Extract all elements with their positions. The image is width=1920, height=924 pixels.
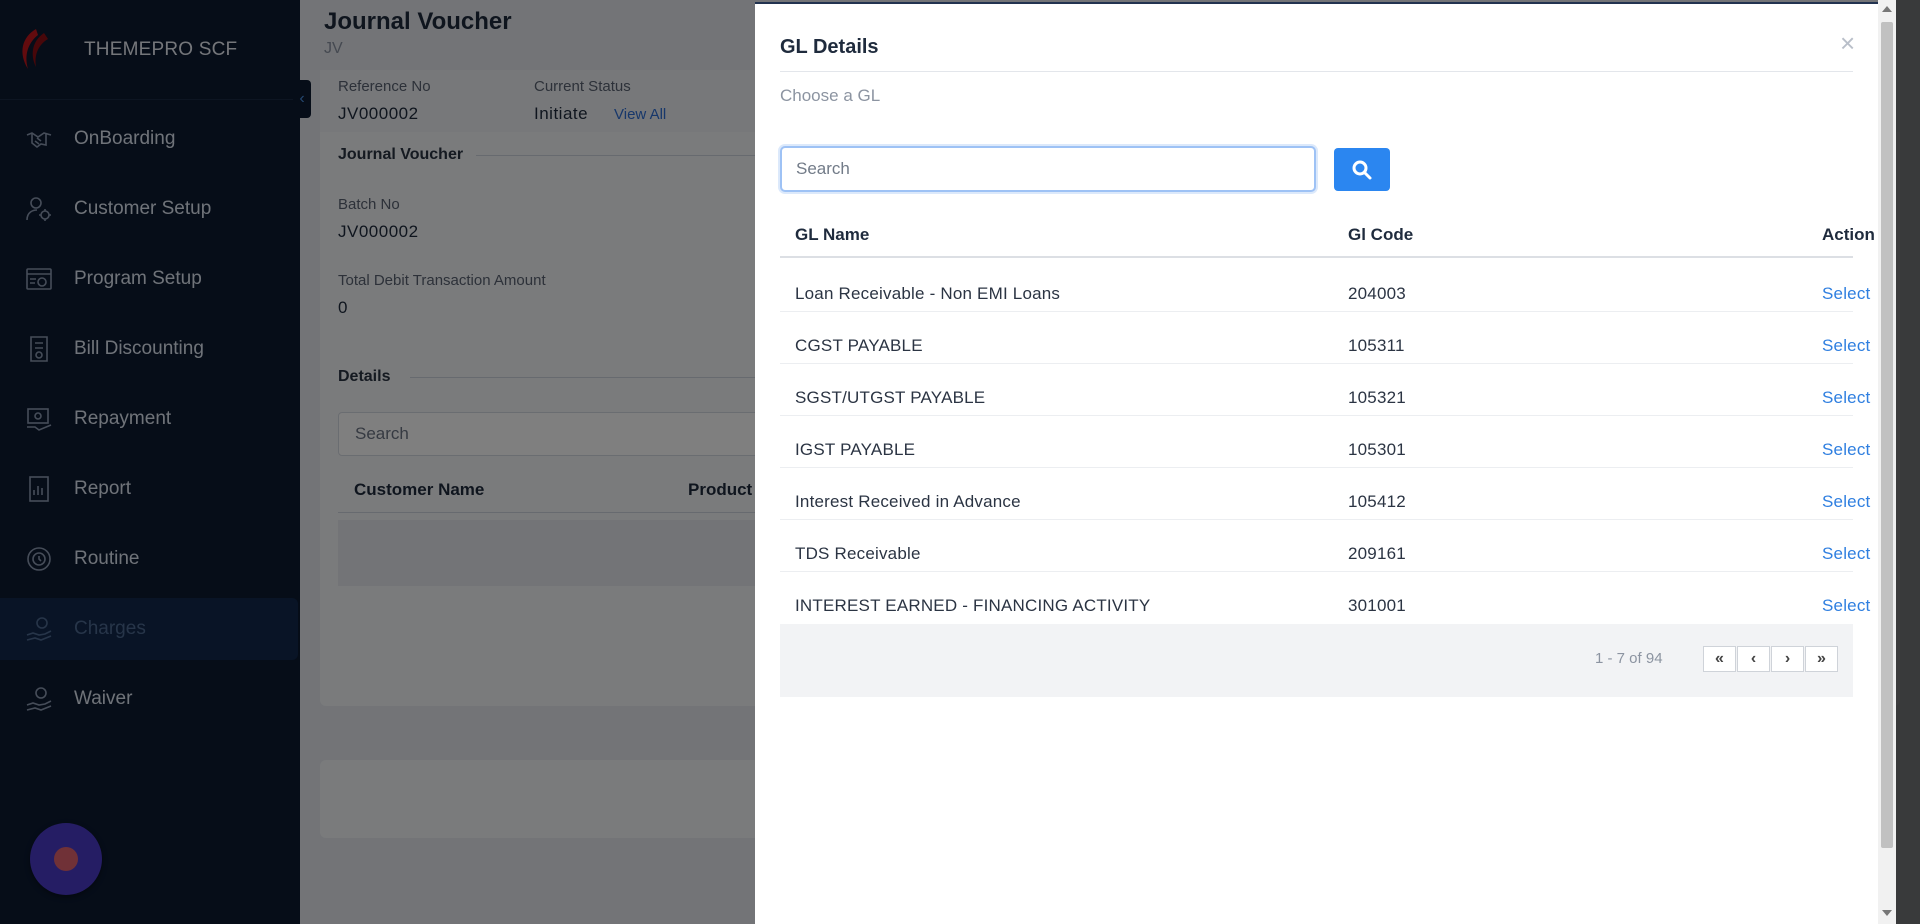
modal-hint: Choose a GL — [780, 86, 881, 105]
table-row: CGST PAYABLE 105311 Select — [780, 312, 1870, 364]
pagination-bar: 1 - 7 of 94 « ‹ › » — [780, 624, 1853, 697]
select-link[interactable]: Select — [1822, 284, 1870, 304]
gl-name-cell: SGST/UTGST PAYABLE — [795, 388, 986, 407]
gl-code-cell: 105412 — [1348, 492, 1406, 511]
select-link[interactable]: Select — [1822, 544, 1870, 564]
search-icon — [1352, 160, 1372, 179]
gl-name-cell: Interest Received in Advance — [795, 492, 1021, 511]
table-header: GL Name Gl Code Action — [780, 212, 1875, 258]
gl-name-cell: CGST PAYABLE — [795, 336, 923, 355]
select-link[interactable]: Select — [1822, 596, 1870, 616]
prev-page-button[interactable]: ‹ — [1737, 646, 1770, 672]
gl-code-cell: 209161 — [1348, 544, 1406, 563]
pagination-range: 1 - 7 of 94 — [1595, 650, 1663, 667]
table-row: TDS Receivable 209161 Select — [780, 520, 1870, 572]
search-button[interactable] — [1334, 148, 1390, 191]
modal-divider — [780, 71, 1853, 72]
gl-code-cell: 105301 — [1348, 440, 1406, 459]
select-link[interactable]: Select — [1822, 492, 1870, 512]
scrollbar[interactable] — [1878, 0, 1896, 924]
column-gl-name: GL Name — [795, 225, 870, 244]
gl-name-cell: IGST PAYABLE — [795, 440, 916, 459]
gl-name-cell: Loan Receivable - Non EMI Loans — [795, 284, 1061, 303]
gl-code-cell: 105321 — [1348, 388, 1406, 407]
gl-details-modal: GL Details × Choose a GL GL Name Gl Code… — [755, 2, 1878, 924]
gl-code-cell: 105311 — [1348, 336, 1405, 355]
table-row: IGST PAYABLE 105301 Select — [780, 416, 1870, 468]
column-action: Action — [1822, 225, 1875, 244]
column-gl-code: Gl Code — [1348, 225, 1414, 244]
gl-table-body: Loan Receivable - Non EMI Loans 204003 S… — [780, 260, 1870, 624]
first-page-button[interactable]: « — [1703, 646, 1736, 672]
gl-search-input[interactable] — [780, 146, 1316, 192]
scroll-down-arrow-icon[interactable] — [1882, 910, 1892, 916]
select-link[interactable]: Select — [1822, 336, 1870, 356]
next-page-button[interactable]: › — [1771, 646, 1804, 672]
select-link[interactable]: Select — [1822, 440, 1870, 460]
gl-name-cell: INTEREST EARNED - FINANCING ACTIVITY — [795, 596, 1151, 615]
last-page-button[interactable]: » — [1805, 646, 1838, 672]
table-row: INTEREST EARNED - FINANCING ACTIVITY 301… — [780, 572, 1870, 624]
modal-title: GL Details — [780, 36, 879, 58]
table-row: Loan Receivable - Non EMI Loans 204003 S… — [780, 260, 1870, 312]
scroll-up-arrow-icon[interactable] — [1882, 6, 1892, 12]
table-row: Interest Received in Advance 105412 Sele… — [780, 468, 1870, 520]
gl-name-cell: TDS Receivable — [795, 544, 921, 563]
scrollbar-thumb[interactable] — [1881, 22, 1893, 848]
close-icon[interactable]: × — [1840, 30, 1855, 56]
gl-code-cell: 204003 — [1348, 284, 1406, 303]
select-link[interactable]: Select — [1822, 388, 1870, 408]
gl-code-cell: 301001 — [1348, 596, 1406, 615]
backdrop-edge — [1896, 0, 1920, 924]
table-row: SGST/UTGST PAYABLE 105321 Select — [780, 364, 1870, 416]
